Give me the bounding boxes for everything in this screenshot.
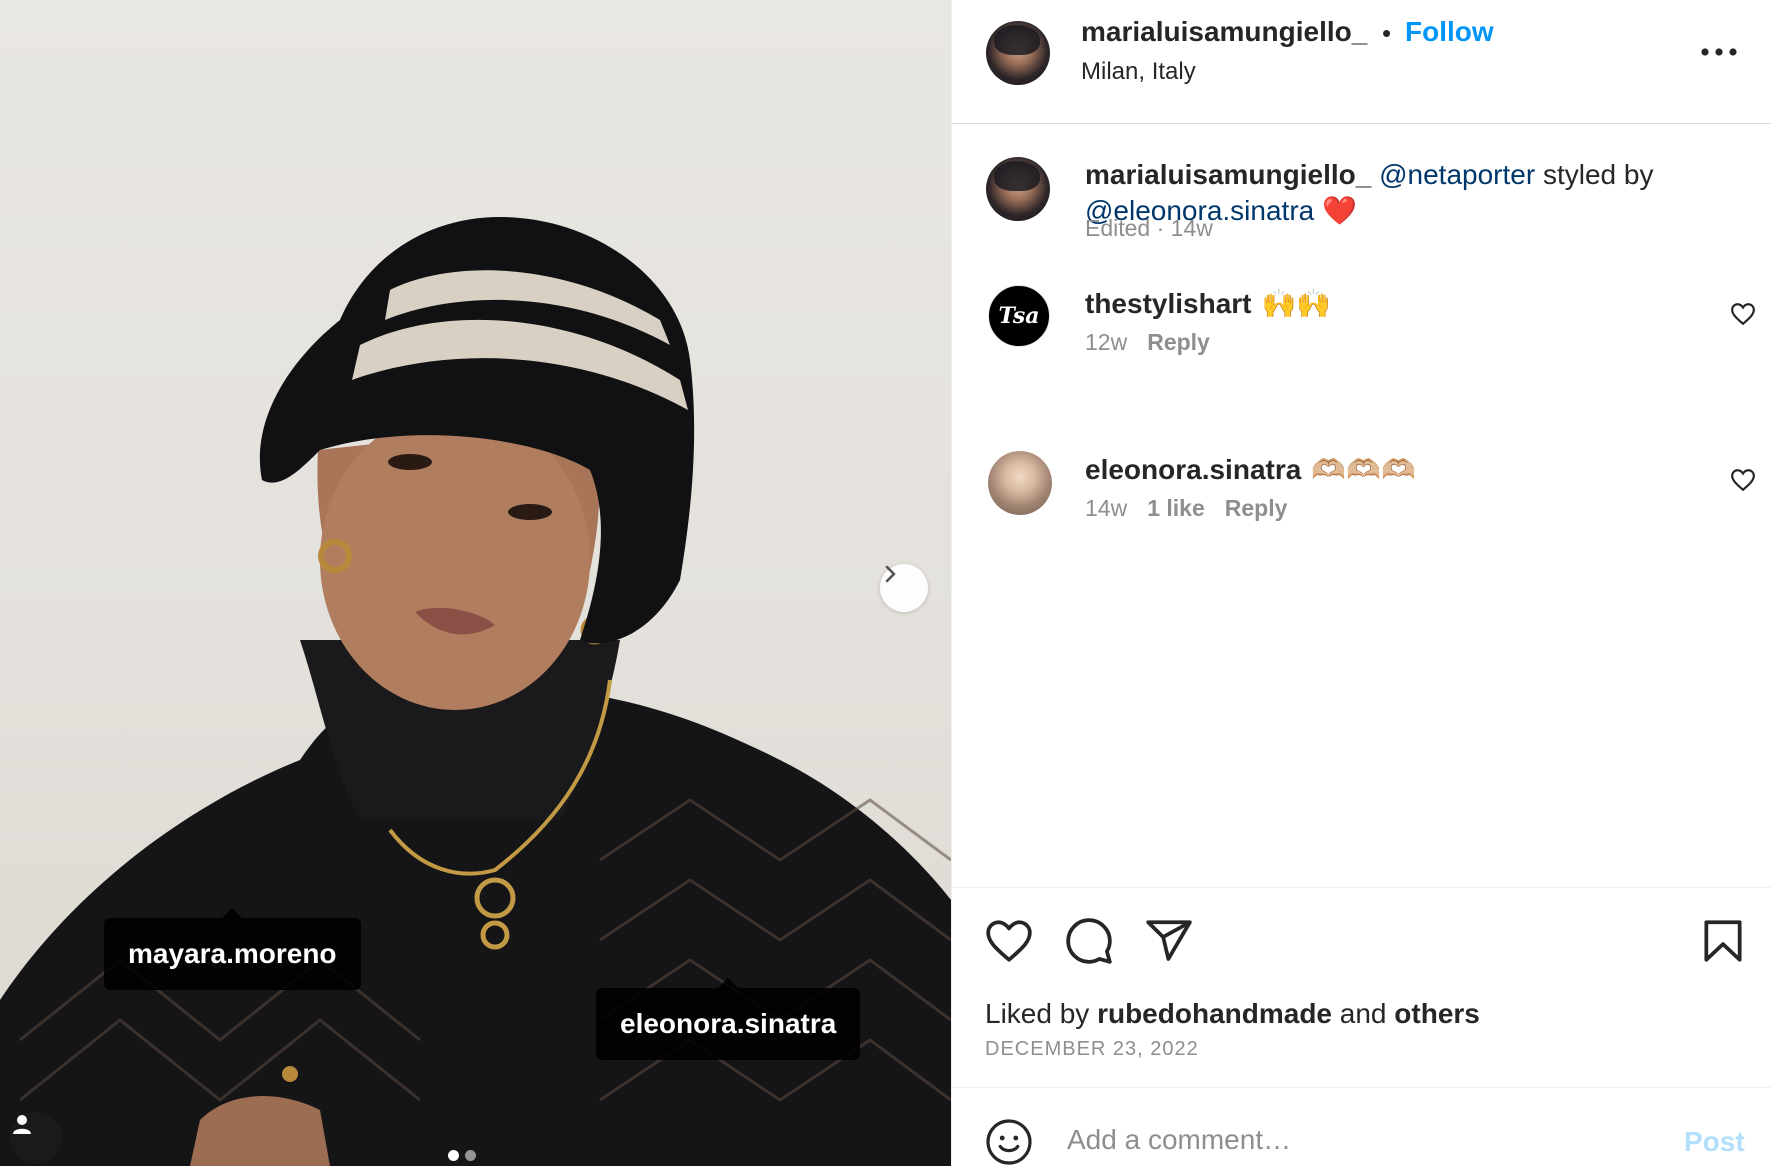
user-icon bbox=[13, 1115, 31, 1134]
comment-likes[interactable]: 1 like bbox=[1147, 495, 1205, 521]
comment-time[interactable]: 12w bbox=[1085, 329, 1127, 355]
liked-by-prefix: Liked by bbox=[985, 998, 1098, 1029]
separator-dot: • bbox=[1382, 18, 1392, 48]
comment-username[interactable]: thestylishart bbox=[1085, 288, 1252, 319]
comment-item: Tsa thestylishart 🙌🙌 12w Reply bbox=[952, 285, 1771, 395]
carousel-dot bbox=[465, 1150, 476, 1161]
post-photo[interactable]: mayara.moreno eleonora.sinatra bbox=[0, 0, 951, 1166]
reply-button[interactable]: Reply bbox=[1225, 495, 1288, 521]
author-avatar[interactable] bbox=[986, 157, 1050, 221]
post-date[interactable]: DECEMBER 23, 2022 bbox=[985, 1038, 1199, 1061]
comment-item: eleonora.sinatra 🫶🏼🫶🏼🫶🏼 14w 1 like Reply bbox=[952, 451, 1771, 561]
show-tags-button[interactable] bbox=[10, 1112, 62, 1164]
photo-user-tag[interactable]: mayara.moreno bbox=[104, 908, 361, 990]
caption-meta: Edited · 14w bbox=[1085, 215, 1213, 241]
more-horizontal-icon bbox=[1701, 48, 1737, 56]
caption-username[interactable]: marialuisamungiello_ bbox=[1085, 159, 1371, 190]
author-username[interactable]: marialuisamungiello_ bbox=[1081, 16, 1367, 48]
heart-outline-icon[interactable] bbox=[1730, 301, 1756, 327]
commenter-avatar[interactable] bbox=[988, 451, 1052, 515]
reply-button[interactable]: Reply bbox=[1147, 329, 1210, 355]
liked-by-user[interactable]: rubedohandmade bbox=[1097, 998, 1332, 1029]
carousel-dot-active bbox=[448, 1150, 459, 1161]
like-heart-icon[interactable] bbox=[984, 916, 1034, 966]
chevron-right-icon bbox=[885, 565, 896, 583]
carousel-next-button[interactable] bbox=[880, 564, 928, 612]
comment-username[interactable]: eleonora.sinatra bbox=[1085, 454, 1301, 485]
liked-by-mid: and bbox=[1332, 998, 1395, 1029]
comment-meta: 14w 1 like Reply bbox=[1085, 495, 1287, 522]
heart-outline-icon[interactable] bbox=[1730, 467, 1756, 493]
liked-by-others[interactable]: others bbox=[1394, 998, 1480, 1029]
post-side-panel: marialuisamungiello_ • Follow Milan, Ita… bbox=[951, 0, 1771, 1166]
post-comment-button[interactable]: Post bbox=[1684, 1126, 1745, 1158]
liked-by-text[interactable]: Liked by rubedohandmade and others bbox=[985, 998, 1480, 1030]
post-actions: Liked by rubedohandmade and others DECEM… bbox=[952, 887, 1771, 1087]
heart-emoji: ❤️ bbox=[1322, 194, 1357, 227]
photo-user-tag[interactable]: eleonora.sinatra bbox=[596, 978, 861, 1060]
more-options-button[interactable] bbox=[1696, 40, 1742, 64]
comment-body: 🙌🙌 bbox=[1261, 287, 1332, 320]
follow-button[interactable]: Follow bbox=[1405, 16, 1494, 48]
comment-bubble-icon[interactable] bbox=[1064, 916, 1114, 966]
comment-composer: Post bbox=[952, 1087, 1771, 1166]
post-location[interactable]: Milan, Italy bbox=[1081, 58, 1196, 86]
comments-list: marialuisamungiello_ @netaporter styled … bbox=[952, 125, 1771, 887]
emoji-smiley-icon[interactable] bbox=[985, 1118, 1033, 1166]
comment-meta: 12w Reply bbox=[1085, 329, 1210, 356]
comment-input[interactable] bbox=[1067, 1114, 1587, 1166]
comment-body: 🫶🏼🫶🏼🫶🏼 bbox=[1311, 453, 1416, 486]
comment-text: eleonora.sinatra 🫶🏼🫶🏼🫶🏼 bbox=[1085, 453, 1416, 486]
carousel-indicator bbox=[448, 1150, 476, 1161]
share-send-icon[interactable] bbox=[1144, 916, 1194, 966]
post-header: marialuisamungiello_ • Follow Milan, Ita… bbox=[952, 0, 1771, 124]
mention-link[interactable]: @netaporter bbox=[1379, 159, 1535, 190]
commenter-avatar[interactable]: Tsa bbox=[988, 285, 1050, 347]
comment-text: thestylishart 🙌🙌 bbox=[1085, 287, 1331, 320]
caption-body: styled by bbox=[1535, 159, 1654, 190]
comment-time[interactable]: 14w bbox=[1085, 495, 1127, 521]
bookmark-icon[interactable] bbox=[1698, 916, 1748, 966]
author-avatar[interactable] bbox=[986, 21, 1050, 85]
